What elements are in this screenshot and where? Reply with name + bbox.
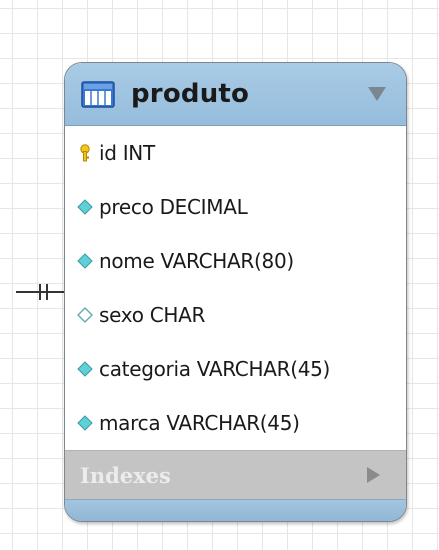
table-icon [81, 80, 115, 108]
column-label: categoria VARCHAR(45) [99, 357, 331, 381]
column-label: nome VARCHAR(80) [99, 249, 294, 273]
column-label: preco DECIMAL [99, 195, 248, 219]
column-list: id INT preco DECIMAL nome VARCHAR(80) se… [65, 126, 406, 450]
filled-diamond-icon [77, 253, 93, 269]
filled-diamond-icon [77, 199, 93, 215]
filled-diamond-icon [77, 361, 93, 377]
entity-header[interactable]: produto [65, 63, 406, 126]
column-row-categoria[interactable]: categoria VARCHAR(45) [65, 342, 406, 396]
entity-table-produto[interactable]: produto id INT preco DECIMAL nome VARCHA… [64, 62, 407, 522]
column-row-marca[interactable]: marca VARCHAR(45) [65, 396, 406, 450]
column-row-preco[interactable]: preco DECIMAL [65, 180, 406, 234]
column-row-id[interactable]: id INT [65, 126, 406, 180]
hollow-diamond-icon [77, 307, 93, 323]
entity-footer [65, 499, 406, 521]
column-label: marca VARCHAR(45) [99, 411, 300, 435]
filled-diamond-icon [77, 415, 93, 431]
indexes-section[interactable]: Indexes [65, 450, 406, 499]
primary-key-icon [80, 144, 90, 162]
collapse-arrow-icon[interactable] [368, 87, 386, 101]
entity-title: produto [131, 79, 250, 109]
column-label: id INT [99, 141, 155, 165]
expand-arrow-icon[interactable] [367, 467, 380, 483]
indexes-label: Indexes [80, 462, 171, 488]
relationship-connector[interactable] [16, 280, 68, 304]
column-row-nome[interactable]: nome VARCHAR(80) [65, 234, 406, 288]
column-label: sexo CHAR [99, 303, 206, 327]
column-row-sexo[interactable]: sexo CHAR [65, 288, 406, 342]
